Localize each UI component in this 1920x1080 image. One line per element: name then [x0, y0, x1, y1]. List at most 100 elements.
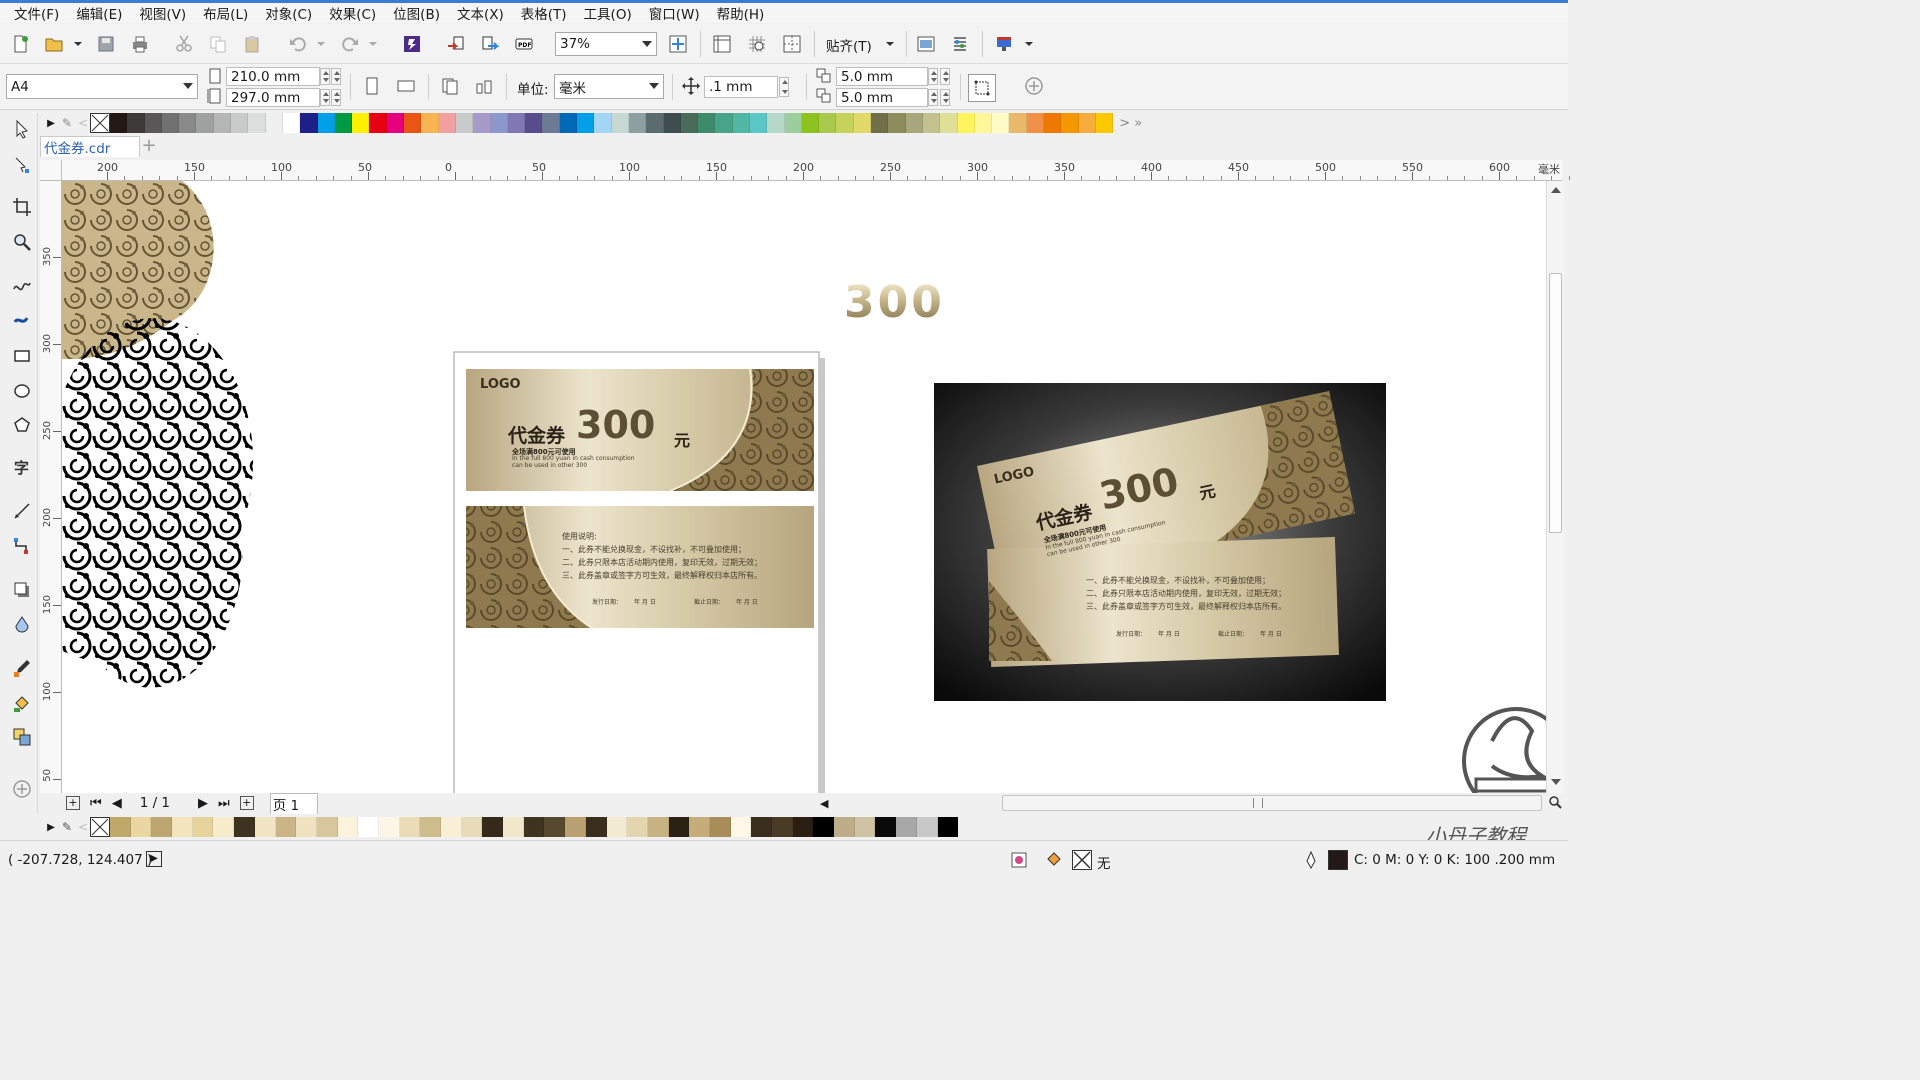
menu-item-0[interactable]: 文件(F)	[8, 3, 65, 23]
doc-palette-swatch[interactable]	[172, 817, 193, 837]
palette-swatch[interactable]	[663, 113, 681, 133]
menu-item-4[interactable]: 对象(C)	[259, 3, 318, 23]
zoom-tool-icon[interactable]	[10, 230, 34, 254]
doc-palette-swatch[interactable]	[192, 817, 214, 837]
palette-swatch[interactable]	[127, 113, 145, 133]
nudge-distance-field[interactable]: .1 mm	[704, 76, 778, 98]
menu-item-7[interactable]: 文本(X)	[451, 3, 510, 23]
prev-page-icon[interactable]: ◀	[112, 796, 122, 811]
palette-swatch[interactable]	[1095, 113, 1114, 133]
doc-palette-swatch[interactable]	[482, 817, 504, 837]
dimension-tool-icon[interactable]	[10, 499, 34, 523]
artistic-media-icon[interactable]	[10, 308, 34, 332]
palette-swatch[interactable]	[196, 113, 214, 133]
doc-palette-swatch[interactable]	[544, 817, 566, 837]
doc-palette-swatch[interactable]	[896, 817, 917, 837]
page-size-select[interactable]: A4	[6, 74, 198, 99]
palette-swatch[interactable]	[265, 113, 283, 133]
palette-swatch[interactable]	[386, 113, 405, 133]
doc-palette-swatch[interactable]	[813, 817, 835, 837]
snap-dropdown-icon[interactable]	[878, 32, 902, 56]
doc-palette-swatch[interactable]	[627, 817, 648, 837]
page-width-field[interactable]: 210.0 mm	[226, 67, 320, 86]
palette-swatch[interactable]	[438, 113, 456, 133]
doc-palette-swatch[interactable]	[792, 817, 814, 837]
horizontal-scrollbar[interactable]	[1002, 795, 1542, 811]
open-dropdown-icon[interactable]	[66, 32, 90, 56]
palette-swatch[interactable]	[490, 113, 508, 133]
palette-swatch[interactable]	[922, 113, 941, 133]
horizontal-ruler[interactable]: 200 150 100 50 0 50 100 150 200 250 300 350 400 450 50…	[62, 160, 1570, 181]
units-select[interactable]: 毫米	[554, 74, 664, 99]
palette-eyedropper-icon[interactable]: ✎	[58, 116, 76, 130]
doc-palette-swatch[interactable]	[254, 817, 276, 837]
ruler-origin-icon[interactable]	[40, 160, 62, 181]
palette-swatch[interactable]	[974, 113, 993, 133]
page-height-lock[interactable]	[331, 89, 341, 106]
vertical-ruler[interactable]: 350 300 250 200 150 100 50	[40, 181, 62, 793]
palette-scroll-icon[interactable]: ▶	[44, 118, 58, 129]
doc-palette-swatch[interactable]	[668, 817, 690, 837]
options-icon[interactable]	[948, 32, 972, 56]
new-document-icon[interactable]	[8, 32, 32, 56]
current-page-icon[interactable]	[472, 74, 496, 98]
menu-item-3[interactable]: 布局(L)	[197, 3, 254, 23]
copy-icon[interactable]	[206, 32, 230, 56]
color-proof-icon[interactable]	[1010, 851, 1028, 869]
palette-swatch[interactable]	[334, 113, 353, 133]
palette-swatch[interactable]	[957, 113, 975, 133]
palette-swatch[interactable]	[1061, 113, 1079, 133]
doc-palette-swatch[interactable]	[213, 817, 235, 837]
black-ornament[interactable]	[62, 318, 254, 688]
palette-swatch[interactable]	[732, 113, 750, 133]
nudge-spinner[interactable]	[779, 77, 789, 97]
outline-pen-icon[interactable]	[1302, 850, 1320, 870]
palette-swatch[interactable]	[473, 113, 491, 133]
palette-swatch[interactable]	[836, 113, 854, 133]
palette-swatch[interactable]	[110, 113, 128, 133]
search-content-icon[interactable]	[400, 32, 424, 56]
cut-icon[interactable]	[172, 32, 196, 56]
scroll-down-icon[interactable]	[1551, 779, 1561, 785]
palette-swatch[interactable]	[888, 113, 906, 133]
zoom-fit-icon[interactable]	[666, 32, 690, 56]
gold-300-text[interactable]: 300	[844, 277, 945, 328]
palette-swatch[interactable]	[611, 113, 629, 133]
page-height-spinner[interactable]	[320, 89, 330, 106]
palette-swatch[interactable]	[1026, 113, 1045, 133]
doc-palette-swatch[interactable]	[358, 817, 379, 837]
menu-item-6[interactable]: 位图(B)	[387, 3, 446, 23]
menu-item-9[interactable]: 工具(O)	[578, 3, 638, 23]
connector-tool-icon[interactable]	[10, 534, 34, 558]
shape-tool-icon[interactable]	[10, 153, 34, 177]
new-tab-icon[interactable]: +	[140, 137, 158, 156]
menu-item-8[interactable]: 表格(T)	[515, 3, 573, 23]
page-tab-1[interactable]: 页 1	[269, 792, 319, 814]
palette-swatch[interactable]	[646, 113, 664, 133]
palette-swatch[interactable]	[767, 113, 785, 133]
drop-shadow-tool-icon[interactable]	[10, 578, 34, 602]
palette-swatch[interactable]	[871, 113, 889, 133]
welcome-screen-icon[interactable]	[914, 32, 938, 56]
show-rulers-icon[interactable]	[710, 32, 734, 56]
palette-swatch[interactable]	[992, 113, 1010, 133]
doc-palette-scroll-icon[interactable]: ▶	[44, 822, 58, 833]
doc-palette-swatch[interactable]	[110, 817, 131, 837]
doc-palette-swatch[interactable]	[337, 817, 359, 837]
no-color-swatch[interactable]	[90, 113, 110, 133]
status-play-icon[interactable]: ▶	[146, 851, 162, 867]
horizontal-scroll-grip[interactable]	[1253, 798, 1263, 808]
doc-palette-swatch[interactable]	[730, 817, 752, 837]
undo-dropdown-icon[interactable]	[309, 32, 333, 56]
doc-palette-left-icon[interactable]: <	[76, 820, 90, 834]
palette-swatch[interactable]	[352, 113, 370, 133]
snap-to-menu[interactable]: 贴齐(T)	[826, 35, 872, 55]
application-launcher-icon[interactable]	[992, 32, 1016, 56]
doc-palette-swatch[interactable]	[420, 817, 441, 837]
palette-swatch[interactable]	[819, 113, 837, 133]
palette-swatch[interactable]	[525, 113, 543, 133]
doc-palette-swatch[interactable]	[399, 817, 421, 837]
page-height-field[interactable]: 297.0 mm	[226, 88, 320, 107]
palette-swatch[interactable]	[317, 113, 335, 133]
doc-palette-swatch[interactable]	[296, 817, 317, 837]
